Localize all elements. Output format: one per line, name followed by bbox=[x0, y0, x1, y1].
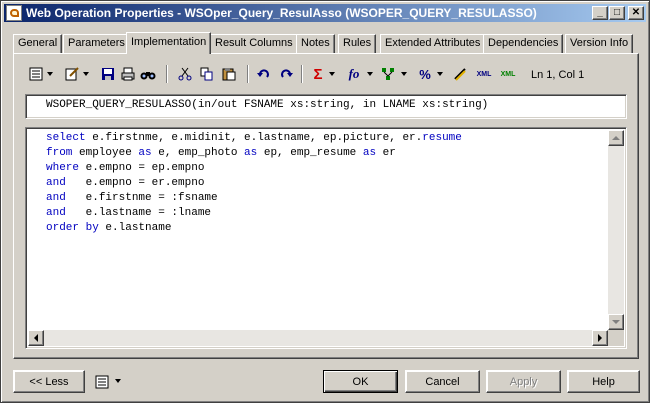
chevron-down-icon[interactable] bbox=[83, 72, 89, 76]
tab-general[interactable]: General bbox=[13, 34, 63, 53]
chevron-down-icon[interactable] bbox=[437, 72, 443, 76]
sql-text-segment: er bbox=[376, 147, 396, 159]
tab-extended-attributes[interactable]: Extended Attributes bbox=[380, 34, 486, 53]
scroll-right-button[interactable] bbox=[592, 330, 608, 346]
tab-dependencies[interactable]: Dependencies bbox=[483, 34, 564, 53]
sum-function-icon[interactable]: Σ bbox=[309, 64, 327, 84]
sql-text-segment: e.empno = er.empno bbox=[65, 177, 205, 189]
scroll-corner bbox=[608, 330, 624, 346]
horizontal-scrollbar[interactable] bbox=[28, 330, 608, 346]
save-icon[interactable] bbox=[99, 64, 117, 84]
toolbar-separator bbox=[247, 65, 249, 83]
web-operation-icon bbox=[6, 5, 22, 21]
sql-keyword: and bbox=[46, 192, 66, 204]
tab-notes[interactable]: Notes bbox=[296, 34, 335, 53]
chevron-down-icon[interactable] bbox=[401, 72, 407, 76]
tab-result-columns[interactable]: Result Columns bbox=[210, 34, 298, 53]
vertical-scrollbar[interactable] bbox=[608, 130, 624, 330]
close-button[interactable]: ✕ bbox=[628, 6, 644, 20]
properties-dialog: Web Operation Properties - WSOper_Query_… bbox=[0, 0, 650, 403]
tab-parameters[interactable]: Parameters bbox=[63, 34, 130, 53]
toolbar-separator bbox=[301, 65, 303, 83]
sql-line: select e.firstnme, e.midinit, e.lastname… bbox=[46, 131, 606, 146]
minimize-button[interactable]: _ bbox=[592, 6, 608, 20]
sql-keyword: and bbox=[46, 177, 66, 189]
sql-text-segment: ep, emp_resume bbox=[257, 147, 363, 159]
function-icon[interactable]: fo bbox=[343, 64, 365, 84]
sql-keyword: order by bbox=[46, 222, 99, 234]
properties-menu-icon[interactable] bbox=[27, 64, 45, 84]
ok-button[interactable]: OK bbox=[323, 370, 398, 393]
less-button[interactable]: << Less bbox=[13, 370, 85, 393]
print-icon[interactable] bbox=[119, 64, 137, 84]
title-bar[interactable]: Web Operation Properties - WSOper_Query_… bbox=[4, 4, 646, 22]
cancel-button[interactable]: Cancel bbox=[405, 370, 480, 393]
tab-version-info[interactable]: Version Info bbox=[565, 34, 634, 53]
cursor-position: Ln 1, Col 1 bbox=[531, 69, 585, 81]
sql-keyword: as bbox=[138, 147, 152, 159]
sql-text-segment: e.lastname bbox=[98, 222, 172, 234]
tab-rules[interactable]: Rules bbox=[338, 34, 377, 53]
tree-icon[interactable] bbox=[379, 64, 397, 84]
edit-menu-icon[interactable] bbox=[63, 64, 81, 84]
chevron-down-icon[interactable] bbox=[115, 379, 121, 383]
signature-field[interactable]: WSOPER_QUERY_RESULASSO(in/out FSNAME xs:… bbox=[25, 94, 627, 119]
sql-text-segment: e.lastname = :lname bbox=[65, 207, 212, 219]
sql-text-segment: e, emp_photo bbox=[151, 147, 245, 159]
operator-icon[interactable]: % bbox=[416, 64, 434, 84]
properties-menu-icon[interactable] bbox=[93, 372, 111, 392]
sql-keyword: where bbox=[46, 162, 80, 174]
sql-keyword: as bbox=[244, 147, 258, 159]
chevron-down-icon[interactable] bbox=[367, 72, 373, 76]
paste-icon[interactable] bbox=[220, 64, 238, 84]
redo-icon[interactable] bbox=[277, 64, 295, 84]
window-title: Web Operation Properties - WSOper_Query_… bbox=[26, 6, 537, 20]
find-icon[interactable] bbox=[139, 64, 157, 84]
sql-text-segment: employee bbox=[72, 147, 139, 159]
scroll-left-button[interactable] bbox=[28, 330, 44, 346]
sql-text-segment: e.empno = ep.empno bbox=[79, 162, 205, 174]
scroll-down-button[interactable] bbox=[608, 314, 624, 330]
sql-line: where e.empno = ep.empno bbox=[46, 161, 606, 176]
chevron-down-icon[interactable] bbox=[47, 72, 53, 76]
pen-icon[interactable] bbox=[451, 64, 469, 84]
tab-implementation[interactable]: Implementation bbox=[126, 32, 212, 54]
sql-editor[interactable]: select e.firstnme, e.midinit, e.lastname… bbox=[25, 127, 627, 349]
sql-text-segment: e.firstnme = :fsname bbox=[65, 192, 218, 204]
toolbar-separator bbox=[166, 65, 168, 83]
chevron-down-icon[interactable] bbox=[329, 72, 335, 76]
sql-text-segment: e.firstnme, e.midinit, e.lastname, ep.pi… bbox=[85, 132, 423, 144]
sql-keyword: select bbox=[46, 132, 86, 144]
sql-keyword: resume bbox=[422, 132, 462, 144]
apply-button[interactable]: Apply bbox=[486, 370, 561, 393]
sql-line: from employee as e, emp_photo as ep, emp… bbox=[46, 146, 606, 161]
xml-check-icon[interactable]: XML bbox=[499, 64, 517, 84]
maximize-button[interactable]: □ bbox=[609, 6, 625, 20]
sql-line: and e.lastname = :lname bbox=[46, 206, 606, 221]
sql-line: and e.firstnme = :fsname bbox=[46, 191, 606, 206]
help-button[interactable]: Help bbox=[567, 370, 640, 393]
scroll-up-button[interactable] bbox=[608, 130, 624, 146]
xml-icon[interactable]: XML bbox=[475, 64, 493, 84]
sql-keyword: from bbox=[46, 147, 73, 159]
sql-line: and e.empno = er.empno bbox=[46, 176, 606, 191]
sql-text[interactable]: select e.firstnme, e.midinit, e.lastname… bbox=[46, 131, 606, 236]
sql-keyword: and bbox=[46, 207, 66, 219]
cut-icon[interactable] bbox=[176, 64, 194, 84]
undo-icon[interactable] bbox=[255, 64, 273, 84]
sql-line: order by e.lastname bbox=[46, 221, 606, 236]
sql-keyword: as bbox=[362, 147, 377, 159]
copy-icon[interactable] bbox=[198, 64, 216, 84]
